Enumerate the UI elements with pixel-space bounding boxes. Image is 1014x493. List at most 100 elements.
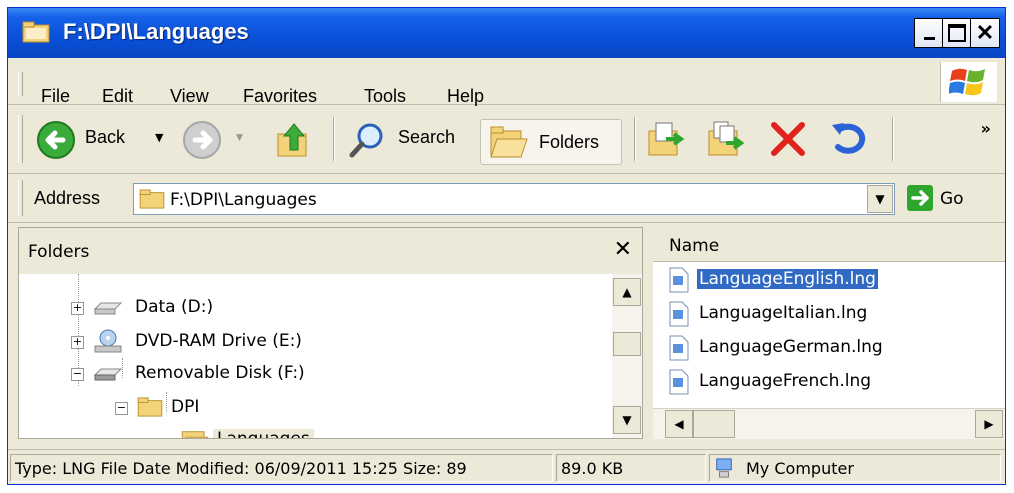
search-icon	[349, 123, 383, 158]
search-button[interactable]: Search	[344, 117, 474, 163]
tree-item-label: Languages	[213, 429, 314, 438]
my-computer-icon	[716, 458, 732, 478]
tree-expander[interactable]: −	[115, 402, 128, 415]
folder-icon	[139, 189, 165, 209]
windows-flag-icon	[949, 68, 985, 96]
tree-expander[interactable]: +	[71, 302, 84, 315]
folders-icon	[490, 126, 528, 158]
tree-item-label: Removable Disk (F:)	[135, 363, 305, 383]
back-dropdown-icon[interactable]: ▼	[155, 131, 163, 144]
copy-to-button[interactable]	[706, 119, 752, 163]
folder-icon	[22, 21, 50, 43]
toolbar-separator	[892, 117, 894, 161]
lng-file-icon	[669, 369, 689, 395]
open-folder-icon	[181, 431, 209, 438]
address-field[interactable]: F:\DPI\Languages ▼	[133, 183, 895, 215]
file-list-hscrollbar[interactable]: ◀ ▶	[653, 408, 1005, 439]
window-title: F:\DPI\Languages	[63, 19, 249, 44]
explorer-window: F:\DPI\Languages ✕ File Edit View Favori…	[7, 7, 1006, 485]
address-value: F:\DPI\Languages	[170, 190, 317, 210]
copy-to-folder-icon	[708, 121, 745, 156]
toolbar-separator	[634, 117, 636, 161]
go-arrow-icon	[911, 190, 929, 206]
maximize-button[interactable]	[942, 18, 972, 48]
menu-bar: File Edit View Favorites Tools Help	[8, 58, 1005, 107]
folders-pane-header: Folders ✕	[19, 228, 642, 274]
up-folder-icon	[277, 123, 307, 157]
scroll-down-button[interactable]: ▼	[613, 406, 641, 434]
removable-disk-icon	[93, 368, 123, 381]
lng-file-icon	[669, 267, 689, 293]
windows-logo	[940, 62, 997, 102]
status-info-text: Type: LNG File Date Modified: 06/09/2011…	[15, 459, 467, 478]
menu-tools[interactable]: Tools	[364, 86, 406, 107]
address-dropdown-button[interactable]: ▼	[867, 185, 893, 213]
delete-icon	[771, 122, 805, 156]
title-bar[interactable]: F:\DPI\Languages ✕	[8, 8, 1005, 58]
delete-button[interactable]	[768, 119, 814, 163]
forward-arrow-icon	[183, 121, 221, 159]
toolbar-grip[interactable]	[18, 115, 23, 163]
lng-file-icon	[669, 301, 689, 327]
toolbar-overflow-chevron[interactable]: »	[981, 119, 991, 138]
folders-label: Folders	[539, 132, 600, 152]
file-name: LanguageFrench.lng	[699, 371, 872, 391]
menu-edit[interactable]: Edit	[102, 86, 133, 107]
address-grip[interactable]	[18, 180, 23, 216]
minimize-button[interactable]	[914, 18, 944, 48]
lng-file-icon	[669, 335, 689, 361]
folders-pane: Folders ✕ + Data (D:) + DVD-RAM Drive (E…	[18, 227, 643, 439]
file-name: LanguageItalian.lng	[699, 303, 868, 323]
forward-dropdown-icon[interactable]: ▼	[236, 133, 243, 143]
menu-favorites[interactable]: Favorites	[243, 86, 317, 107]
go-button[interactable]	[907, 185, 933, 211]
status-zone-cell: My Computer	[709, 454, 1001, 482]
move-to-folder-icon	[648, 122, 685, 156]
chevron-left-icon: ◀	[674, 417, 684, 431]
address-label: Address	[34, 188, 101, 208]
scroll-thumb[interactable]	[693, 410, 735, 438]
tree-item-label: Data (D:)	[135, 297, 214, 317]
status-size-text: 89.0 KB	[561, 459, 624, 478]
close-icon[interactable]: ✕	[614, 237, 632, 262]
toolbar-separator	[333, 117, 335, 161]
menu-grip[interactable]	[18, 72, 23, 96]
close-icon: ✕	[975, 20, 995, 45]
forward-button[interactable]: ▼	[178, 117, 258, 163]
folder-tree: + Data (D:) + DVD-RAM Drive (E:) − Remov…	[19, 274, 613, 438]
scroll-up-button[interactable]: ▲	[613, 278, 641, 306]
back-button[interactable]: Back ▼	[30, 117, 172, 163]
go-label[interactable]: Go	[940, 189, 964, 209]
scroll-thumb[interactable]	[613, 332, 641, 356]
up-folder-button[interactable]	[270, 117, 320, 163]
tree-item-label: DVD-RAM Drive (E:)	[135, 331, 302, 351]
tree-connector	[166, 392, 167, 412]
scroll-left-button[interactable]: ◀	[665, 410, 693, 438]
folders-pane-title: Folders	[28, 242, 90, 262]
file-name: LanguageEnglish.lng	[697, 269, 878, 289]
back-arrow-icon	[37, 121, 75, 159]
tree-expander[interactable]: +	[71, 336, 84, 349]
menu-help[interactable]: Help	[447, 86, 484, 107]
folder-tree-scrollbar[interactable]: ▲ ▼	[612, 274, 642, 438]
chevron-down-icon: ▼	[622, 413, 632, 427]
close-button[interactable]: ✕	[970, 18, 1000, 48]
chevron-right-icon: ▶	[984, 417, 994, 431]
scroll-right-button[interactable]: ▶	[975, 410, 1003, 438]
name-column-label: Name	[669, 236, 720, 256]
address-bar: Address F:\DPI\Languages ▼ Go	[8, 174, 1005, 223]
search-label: Search	[398, 127, 456, 147]
back-label: Back	[85, 127, 126, 147]
move-to-button[interactable]	[646, 119, 692, 163]
status-zone-text: My Computer	[746, 459, 854, 478]
tree-item-label: DPI	[171, 397, 200, 417]
menu-file[interactable]: File	[41, 86, 70, 107]
menu-view[interactable]: View	[170, 86, 209, 107]
name-column-header[interactable]: Name	[653, 227, 1005, 262]
chevron-down-icon: ▼	[875, 192, 885, 206]
dvd-drive-icon	[94, 329, 122, 353]
file-list-pane: Name LanguageEnglish.lng LanguageItalian…	[653, 227, 1005, 439]
folders-button[interactable]: Folders	[480, 119, 622, 165]
undo-button[interactable]	[828, 119, 874, 163]
tree-expander[interactable]: −	[71, 368, 84, 381]
